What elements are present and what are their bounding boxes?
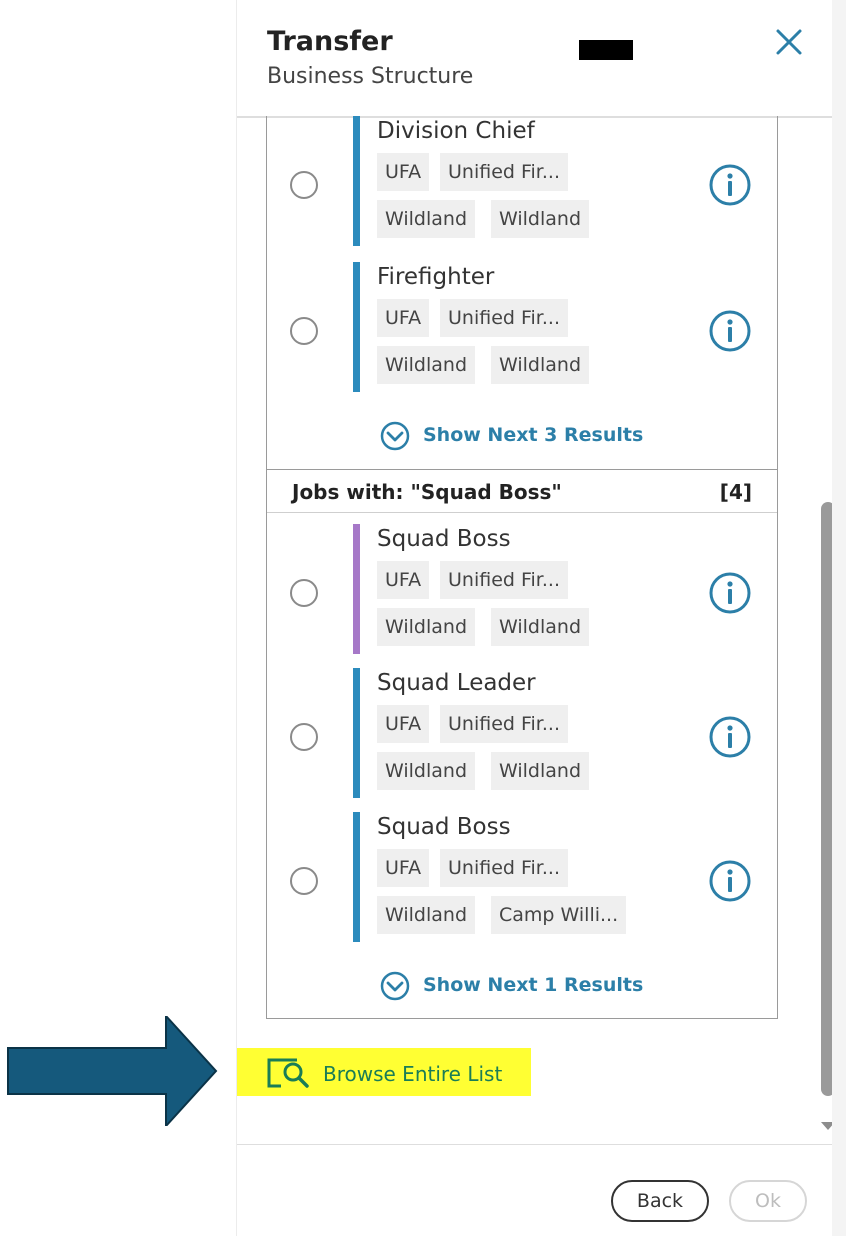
dialog-title: Transfer — [267, 26, 393, 57]
job-tag: Wildland — [377, 346, 476, 384]
window-edge — [832, 0, 846, 1236]
info-icon[interactable] — [707, 162, 753, 208]
show-next-label: Show Next 3 Results — [423, 424, 644, 446]
dialog-subtitle: Business Structure — [267, 64, 474, 89]
results-section-squad-boss: Jobs with: "Squad Boss" [4] Squad Boss U… — [266, 469, 778, 1019]
job-tag: Wildland — [491, 752, 590, 790]
job-tag: Unified Fir... — [440, 561, 568, 599]
back-button[interactable]: Back — [611, 1180, 709, 1222]
info-icon[interactable] — [707, 714, 753, 760]
job-title: Squad Boss — [377, 814, 511, 840]
job-tag: Wildland — [377, 896, 476, 934]
job-item: Squad Boss UFA Unified Fir... Wildland C… — [267, 812, 777, 942]
show-next-label: Show Next 1 Results — [423, 974, 644, 996]
job-radio[interactable] — [290, 867, 318, 895]
chevron-down-circle-icon — [380, 971, 410, 1001]
job-color-bar — [353, 812, 360, 942]
job-tag: Wildland — [491, 200, 590, 238]
job-tag: Unified Fir... — [440, 705, 568, 743]
job-radio[interactable] — [290, 317, 318, 345]
job-radio[interactable] — [290, 171, 318, 199]
job-tag: UFA — [377, 561, 430, 599]
job-radio[interactable] — [290, 579, 318, 607]
dialog-header: Transfer Business Structure — [237, 0, 833, 118]
job-tag: Wildland — [377, 752, 476, 790]
job-title: Division Chief — [377, 118, 535, 144]
job-tag: UFA — [377, 849, 430, 887]
job-item: Division Chief UFA Unified Fir... Wildla… — [267, 116, 777, 246]
browse-search-icon — [267, 1058, 309, 1088]
job-title: Squad Boss — [377, 526, 511, 552]
browse-label: Browse Entire List — [323, 1062, 503, 1086]
job-tag: UFA — [377, 705, 430, 743]
info-icon[interactable] — [707, 858, 753, 904]
job-tag: Camp Willi... — [491, 896, 627, 934]
job-title: Squad Leader — [377, 670, 536, 696]
job-tag: Unified Fir... — [440, 849, 568, 887]
transfer-dialog: Transfer Business Structure Division Chi… — [236, 0, 835, 1236]
job-title: Firefighter — [377, 264, 495, 290]
browse-entire-list-link[interactable]: Browse Entire List — [237, 1048, 531, 1096]
arrow-right-icon — [7, 1016, 218, 1126]
job-color-bar — [353, 116, 360, 246]
job-color-bar — [353, 524, 360, 654]
job-tag: Wildland — [491, 608, 590, 646]
job-item: Firefighter UFA Unified Fir... Wildland … — [267, 262, 777, 392]
footer-divider — [237, 1144, 833, 1145]
results-section-top: Division Chief UFA Unified Fir... Wildla… — [266, 116, 778, 470]
info-icon[interactable] — [707, 570, 753, 616]
job-tag: Wildland — [377, 200, 476, 238]
job-color-bar — [353, 262, 360, 392]
job-tag: UFA — [377, 153, 430, 191]
job-tag: Wildland — [491, 346, 590, 384]
job-tag: UFA — [377, 299, 430, 337]
group-header: Jobs with: "Squad Boss" [4] — [267, 470, 777, 513]
job-radio[interactable] — [290, 723, 318, 751]
group-header-count: [4] — [719, 480, 752, 504]
job-item: Squad Leader UFA Unified Fir... Wildland… — [267, 668, 777, 798]
chevron-down-circle-icon — [380, 421, 410, 451]
close-icon[interactable] — [769, 22, 809, 62]
info-icon[interactable] — [707, 308, 753, 354]
redaction-block — [579, 40, 633, 60]
job-item: Squad Boss UFA Unified Fir... Wildland W… — [267, 524, 777, 654]
job-tag: Unified Fir... — [440, 153, 568, 191]
job-tag: Unified Fir... — [440, 299, 568, 337]
job-color-bar — [353, 668, 360, 798]
group-header-label: Jobs with: "Squad Boss" — [292, 480, 562, 504]
ok-button[interactable]: Ok — [729, 1180, 807, 1222]
job-tag: Wildland — [377, 608, 476, 646]
